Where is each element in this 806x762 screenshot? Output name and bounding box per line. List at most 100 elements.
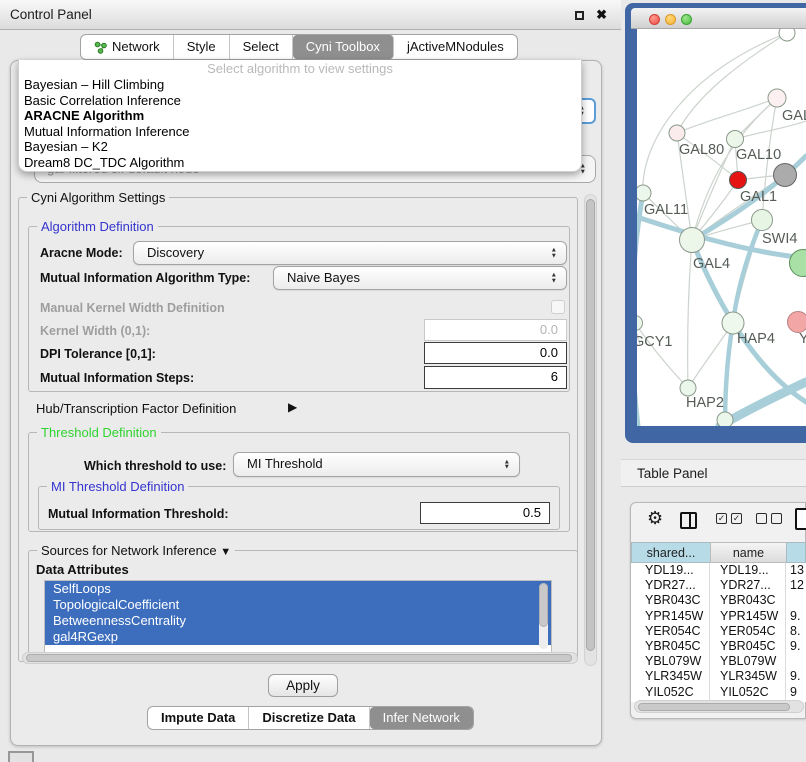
- table-rows: YDL19...YDL19...13 YDR27...YDR27...12 YB…: [631, 563, 806, 702]
- table-row[interactable]: YIL052CYIL052C9: [631, 685, 806, 700]
- node-bottom[interactable]: [717, 412, 733, 426]
- zoom-traffic-light[interactable]: [681, 14, 692, 25]
- node-pink-upper[interactable]: [768, 89, 786, 107]
- column-header-cut[interactable]: [786, 542, 806, 563]
- minimize-traffic-light[interactable]: [665, 14, 676, 25]
- tab-impute-data[interactable]: Impute Data: [148, 707, 249, 729]
- dpi-tolerance-field[interactable]: 0.0: [424, 342, 567, 364]
- column-header-shared[interactable]: shared...: [631, 542, 711, 563]
- node-swi4[interactable]: [752, 210, 773, 231]
- attribute-list-scrollbar[interactable]: [539, 583, 548, 649]
- bottom-tabbar: Impute Data Discretize Data Infer Networ…: [147, 706, 474, 730]
- scrollbar-thumb[interactable]: [638, 703, 790, 711]
- tab-select[interactable]: Select: [230, 35, 293, 59]
- network-window-titlebar[interactable]: [631, 8, 806, 29]
- settings-horizontal-scrollbar[interactable]: [22, 652, 578, 664]
- document-icon[interactable]: [795, 508, 806, 530]
- tab-style[interactable]: Style: [174, 35, 230, 59]
- tab-network-label: Network: [112, 35, 160, 59]
- algorithm-dropdown-popup: Select algorithm to view settings Bayesi…: [18, 60, 582, 172]
- mi-steps-field[interactable]: 6: [424, 366, 567, 389]
- node-gcy1[interactable]: [637, 316, 643, 331]
- unchecked-checkbox-icon[interactable]: [756, 513, 767, 524]
- table-row[interactable]: YLR345WYLR345W9.: [631, 669, 806, 684]
- tab-cyni-toolbox[interactable]: Cyni Toolbox: [293, 35, 394, 59]
- node-gal4[interactable]: [680, 228, 705, 253]
- scrollbar-thumb[interactable]: [26, 654, 572, 662]
- unchecked-checkbox-icon[interactable]: [771, 513, 782, 524]
- node-gal80[interactable]: [669, 125, 685, 141]
- table-panel-title: Table Panel: [637, 460, 708, 487]
- gear-icon[interactable]: ⚙: [647, 507, 663, 529]
- mi-type-combobox[interactable]: Naive Bayes ▲▼: [273, 266, 567, 290]
- tab-infer-network[interactable]: Infer Network: [370, 707, 473, 729]
- attribute-item-selected[interactable]: BetweennessCentrality: [45, 613, 551, 629]
- node-edge[interactable]: [779, 29, 795, 41]
- screen: Control Panel ✖ Network Style Select Cyn…: [0, 0, 806, 762]
- dropdown-item[interactable]: Bayesian – K2: [19, 139, 581, 155]
- node-green-right[interactable]: [790, 250, 806, 277]
- node-pink-right[interactable]: [788, 312, 806, 333]
- which-threshold-combobox[interactable]: MI Threshold ▲▼: [233, 452, 520, 477]
- apply-button[interactable]: Apply: [268, 674, 338, 697]
- network-canvas[interactable]: GAL GAL80 GAL10 GAL1 GAL11 SWI4 GAL4 GCY…: [637, 29, 806, 426]
- dropdown-item-selected[interactable]: ARACNE Algorithm: [19, 108, 581, 124]
- kernel-width-field[interactable]: 0.0: [424, 319, 567, 341]
- mi-type-value: Naive Bayes: [287, 270, 360, 285]
- panel-grip[interactable]: [8, 751, 34, 762]
- settings-vertical-scrollbar[interactable]: [584, 194, 597, 666]
- close-traffic-light[interactable]: [649, 14, 660, 25]
- manual-kernel-checkbox[interactable]: [551, 300, 565, 314]
- node-gal10[interactable]: [727, 131, 744, 148]
- node-hap2[interactable]: [680, 380, 696, 396]
- attribute-item-selected[interactable]: SelfLoops: [45, 581, 551, 597]
- table-row[interactable]: YBR045CYBR045C9.: [631, 639, 806, 654]
- dropdown-item[interactable]: Dream8 DC_TDC Algorithm: [19, 155, 581, 171]
- node-label: Y: [799, 331, 806, 347]
- node-label: SWI4: [762, 231, 797, 247]
- node-gray[interactable]: [774, 164, 797, 187]
- expanded-arrow-icon[interactable]: ▼: [220, 546, 231, 558]
- table-row[interactable]: YDL19...YDL19...13: [631, 563, 806, 578]
- table-row[interactable]: YPR145WYPR145W9.: [631, 609, 806, 624]
- group-title: Algorithm Definition: [37, 219, 158, 234]
- data-attributes-list[interactable]: SelfLoops TopologicalCoefficient Between…: [44, 580, 552, 654]
- aracne-mode-value: Discovery: [147, 245, 204, 260]
- table-row[interactable]: YBR043CYBR043C: [631, 593, 806, 608]
- mi-threshold-label: Mutual Information Threshold:: [48, 507, 229, 521]
- column-header-name[interactable]: name: [710, 542, 787, 563]
- aracne-mode-combobox[interactable]: Discovery ▲▼: [133, 241, 567, 265]
- which-threshold-value: MI Threshold: [247, 456, 323, 471]
- table-row[interactable]: YER054CYER054C8.: [631, 624, 806, 639]
- table-horizontal-scrollbar[interactable]: [634, 700, 804, 713]
- node-gal1-red[interactable]: [730, 172, 747, 189]
- close-icon[interactable]: ✖: [596, 0, 607, 30]
- float-window-icon[interactable]: [575, 11, 584, 20]
- aracne-mode-label: Aracne Mode:: [40, 246, 123, 260]
- table-row[interactable]: YBL079WYBL079W: [631, 654, 806, 669]
- split-columns-icon[interactable]: [680, 512, 697, 529]
- tab-discretize-data[interactable]: Discretize Data: [249, 707, 369, 729]
- dropdown-item[interactable]: Bayesian – Hill Climbing: [19, 77, 581, 93]
- checked-checkbox-icon[interactable]: ✓: [716, 513, 727, 524]
- node-label: GAL11: [644, 202, 688, 218]
- scrollbar-thumb[interactable]: [586, 199, 595, 651]
- node-label: HAP2: [686, 395, 724, 411]
- data-attributes-label: Data Attributes: [36, 562, 129, 577]
- mi-steps-label: Mutual Information Steps:: [40, 371, 194, 385]
- mi-type-label: Mutual Information Algorithm Type:: [40, 271, 250, 285]
- node-label: HAP4: [737, 331, 775, 347]
- node-gal11[interactable]: [637, 185, 651, 201]
- hub-definition-label[interactable]: Hub/Transcription Factor Definition: [36, 401, 236, 416]
- table-row[interactable]: YDR27...YDR27...12: [631, 578, 806, 593]
- checked-checkbox-icon[interactable]: ✓: [731, 513, 742, 524]
- dropdown-prompt: Select algorithm to view settings: [19, 60, 581, 77]
- dropdown-item[interactable]: Mutual Information Inference: [19, 124, 581, 140]
- dropdown-item[interactable]: Basic Correlation Inference: [19, 93, 581, 109]
- attribute-item-selected[interactable]: TopologicalCoefficient: [45, 597, 551, 613]
- mi-threshold-field[interactable]: 0.5: [420, 502, 550, 524]
- tab-jactivemnodules[interactable]: jActiveMNodules: [394, 35, 517, 59]
- collapsed-arrow-icon[interactable]: ▶: [288, 400, 297, 414]
- tab-network[interactable]: Network: [81, 35, 174, 59]
- attribute-item-selected[interactable]: gal4RGexp: [45, 629, 551, 645]
